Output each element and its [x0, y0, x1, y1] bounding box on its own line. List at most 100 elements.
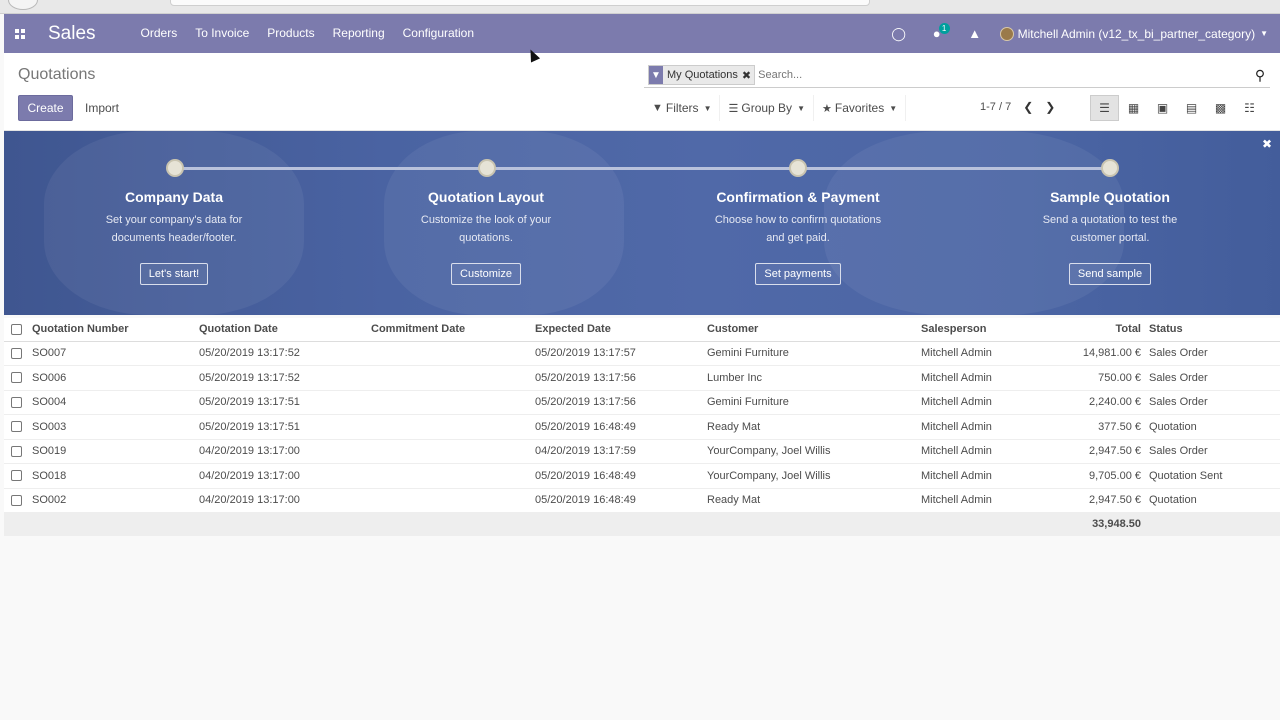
- groupby-button[interactable]: ☰ Group By ▼: [720, 95, 814, 121]
- clock-icon[interactable]: ◯: [880, 14, 918, 53]
- select-all-checkbox[interactable]: [10, 323, 22, 335]
- list-view-icon[interactable]: ☰: [1090, 95, 1119, 121]
- menu-orders[interactable]: Orders: [132, 14, 187, 53]
- row-select-cell: [4, 414, 28, 440]
- step-confirmation-payment: Confirmation & Payment Choose how to con…: [688, 189, 908, 285]
- row-select-cell: [4, 439, 28, 464]
- table-row[interactable]: SO007 05/20/2019 13:17:52 05/20/2019 13:17…: [4, 341, 1280, 366]
- lets-start-button[interactable]: Let's start!: [139, 263, 209, 285]
- row-checkbox[interactable]: [10, 347, 22, 359]
- close-icon[interactable]: ✖: [742, 69, 754, 82]
- step-desc-line: Choose how to confirm quotations: [714, 214, 882, 226]
- table-row[interactable]: SO003 05/20/2019 13:17:51 05/20/2019 16:48…: [4, 414, 1280, 440]
- search-facet[interactable]: ▼ My Quotations ✖: [648, 65, 756, 85]
- column-header[interactable]: Total: [1043, 318, 1145, 342]
- cell-status: Sales Order: [1145, 341, 1280, 366]
- filters-button[interactable]: ▼ Filters ▼: [644, 95, 721, 121]
- kanban-view-icon[interactable]: ▦: [1119, 95, 1148, 121]
- cell-salesperson: Mitchell Admin: [917, 390, 1043, 415]
- menu-reporting[interactable]: Reporting: [324, 14, 394, 53]
- browser-back-button[interactable]: [8, 0, 38, 10]
- row-checkbox[interactable]: [10, 470, 22, 482]
- menu-to-invoice[interactable]: To Invoice: [186, 14, 258, 53]
- cell-customer: Gemini Furniture: [703, 390, 917, 415]
- row-checkbox[interactable]: [10, 445, 22, 457]
- chevron-down-icon: ▼: [1260, 29, 1268, 38]
- avatar: [999, 26, 1014, 41]
- create-button[interactable]: Create: [18, 95, 73, 121]
- cell-customer: YourCompany, Joel Willis: [703, 439, 917, 464]
- cell-salesperson: Mitchell Admin: [917, 439, 1043, 464]
- cell-status: Quotation Sent: [1145, 463, 1280, 489]
- row-checkbox[interactable]: [10, 494, 22, 506]
- quotations-table: Quotation Number Quotation Date Commitme…: [4, 318, 1280, 536]
- total-cell-empty: [4, 512, 28, 536]
- chevron-left-icon[interactable]: ❮: [1023, 100, 1033, 114]
- cell-customer: Gemini Furniture: [703, 341, 917, 366]
- filter-icon: ▼: [649, 66, 663, 84]
- column-header[interactable]: Salesperson: [917, 318, 1043, 342]
- cell-commitment-date: [367, 414, 531, 440]
- app-brand[interactable]: Sales: [48, 23, 96, 45]
- send-sample-button[interactable]: Send sample: [1068, 263, 1152, 285]
- cell-total: 14,981.00 €: [1043, 341, 1145, 366]
- table-row[interactable]: SO018 04/20/2019 13:17:00 05/20/2019 16:48…: [4, 463, 1280, 489]
- caret-icon: ▼: [703, 103, 712, 113]
- column-header[interactable]: Quotation Number: [28, 318, 195, 342]
- cell-commitment-date: [367, 488, 531, 513]
- cell-expected-date: 05/20/2019 16:48:49: [531, 488, 703, 513]
- user-menu[interactable]: Mitchell Admin (v12_tx_bi_partner_catego…: [994, 26, 1280, 41]
- activity-view-icon[interactable]: ☷: [1235, 95, 1264, 121]
- page-title: Quotations: [18, 66, 96, 83]
- search-input[interactable]: [755, 65, 1250, 85]
- customize-button[interactable]: Customize: [451, 263, 521, 285]
- favorites-button[interactable]: ★ Favorites ▼: [813, 95, 907, 121]
- select-all-cell: [4, 318, 28, 342]
- quotations-list: Quotation Number Quotation Date Commitme…: [4, 318, 1280, 536]
- table-row[interactable]: SO006 05/20/2019 13:17:52 05/20/2019 13:17…: [4, 365, 1280, 391]
- browser-address-bar[interactable]: [170, 0, 870, 6]
- step-description: Send a quotation to test the customer po…: [1000, 211, 1220, 249]
- set-payments-button[interactable]: Set payments: [755, 263, 841, 285]
- cell-quotation-number: SO019: [28, 439, 195, 464]
- chat-icon[interactable]: ● 1: [918, 14, 956, 53]
- chevron-right-icon[interactable]: ❯: [1045, 100, 1055, 114]
- column-header[interactable]: Customer: [703, 318, 917, 342]
- table-row[interactable]: SO019 04/20/2019 13:17:00 04/20/2019 13:17…: [4, 439, 1280, 464]
- step-description: Customize the look of your quotations.: [376, 211, 596, 249]
- groupby-label: Group By: [741, 101, 793, 115]
- graph-view-icon[interactable]: ▩: [1206, 95, 1235, 121]
- menu-products[interactable]: Products: [258, 14, 323, 53]
- search-icon[interactable]: ⚲: [1250, 67, 1270, 84]
- chat-count-badge: 1: [938, 23, 950, 34]
- column-header[interactable]: Quotation Date: [195, 318, 367, 342]
- cell-quotation-date: 04/20/2019 13:17:00: [195, 439, 367, 464]
- row-select-cell: [4, 390, 28, 415]
- user-name: Mitchell Admin (v12_tx_bi_partner_catego…: [1017, 26, 1256, 41]
- row-checkbox[interactable]: [10, 421, 22, 433]
- bell-icon[interactable]: ▲: [956, 14, 994, 53]
- step-desc-line: customer portal.: [1070, 232, 1150, 244]
- table-row[interactable]: SO002 04/20/2019 13:17:00 05/20/2019 16:48…: [4, 488, 1280, 513]
- column-header[interactable]: Commitment Date: [367, 318, 531, 342]
- column-header[interactable]: Status: [1145, 318, 1280, 342]
- search-options: ▼ Filters ▼ ☰ Group By ▼ ★ Favorites ▼: [644, 95, 907, 121]
- table-body: SO007 05/20/2019 13:17:52 05/20/2019 13:17…: [4, 341, 1280, 513]
- close-icon[interactable]: ✖: [1262, 137, 1272, 151]
- step-title: Confirmation & Payment: [716, 189, 880, 205]
- menu-configuration[interactable]: Configuration: [394, 14, 483, 53]
- cell-total: 2,947.50 €: [1043, 488, 1145, 513]
- table-row[interactable]: SO004 05/20/2019 13:17:51 05/20/2019 13:17…: [4, 390, 1280, 415]
- row-checkbox[interactable]: [10, 396, 22, 408]
- pivot-view-icon[interactable]: ▤: [1177, 95, 1206, 121]
- calendar-view-icon[interactable]: ▣: [1148, 95, 1177, 121]
- import-button[interactable]: Import: [76, 95, 128, 121]
- row-checkbox[interactable]: [10, 372, 22, 384]
- cell-quotation-date: 04/20/2019 13:17:00: [195, 488, 367, 513]
- pager-value[interactable]: 1-7 / 7: [980, 101, 1011, 113]
- apps-menu-icon[interactable]: [4, 14, 36, 53]
- main-navbar: Sales Orders To Invoice Products Reporti…: [4, 14, 1280, 53]
- column-header[interactable]: Expected Date: [531, 318, 703, 342]
- step-quotation-layout: Quotation Layout Customize the look of y…: [376, 189, 596, 285]
- row-select-cell: [4, 463, 28, 489]
